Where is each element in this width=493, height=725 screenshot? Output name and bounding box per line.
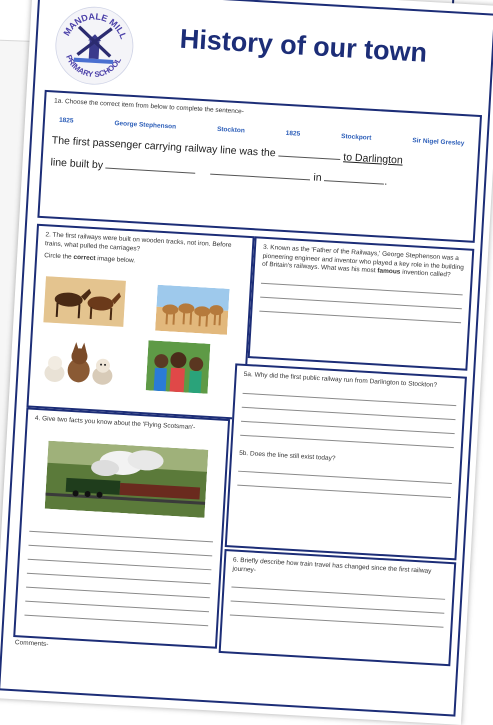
camels-image[interactable] xyxy=(155,284,230,335)
answer-lines[interactable] xyxy=(229,586,446,628)
sentence-text: in xyxy=(313,171,322,184)
question-4-box: 4. Give two facts you know about the 'Fl… xyxy=(13,407,231,649)
horses-image[interactable] xyxy=(43,276,126,327)
question-6-box: 6. Briefly describe how train travel has… xyxy=(218,549,457,667)
children-image[interactable] xyxy=(145,340,211,394)
word-option[interactable]: Stockton xyxy=(217,125,245,134)
question-5b-text: 5b. Does the line still exist today? xyxy=(238,449,336,462)
question-3-text: 3. Known as the 'Father of the Railways,… xyxy=(261,243,465,279)
answer-blank[interactable] xyxy=(105,157,197,174)
question-2-box: 2. The first railways were built on wood… xyxy=(26,223,255,420)
school-logo: MANDALE MILL PRIMARY SCHOOL xyxy=(49,2,140,89)
question-1a-box: 1a. Choose the correct item from below t… xyxy=(37,89,483,243)
word-option[interactable]: Sir Nigel Gresley xyxy=(412,137,464,147)
question-6-text: 6. Briefly describe how train travel has… xyxy=(232,556,432,575)
word-option[interactable]: George Stephenson xyxy=(114,119,176,130)
worksheet: MANDALE MILL PRIMARY SCHOOL History of o… xyxy=(0,0,493,725)
answer-lines[interactable] xyxy=(24,518,214,627)
word-option[interactable]: 1825 xyxy=(59,116,74,124)
sentence-text: line built by xyxy=(50,155,104,171)
answer-lines[interactable] xyxy=(259,282,463,323)
sentence-text: to Darlington xyxy=(343,150,404,167)
answer-blank[interactable] xyxy=(278,144,341,160)
question-5a-text: 5a. Why did the first public railway run… xyxy=(243,370,438,389)
question-3-box: 3. Known as the 'Father of the Railways,… xyxy=(247,236,475,371)
dogs-image[interactable] xyxy=(37,338,121,393)
sentence-text: . xyxy=(384,175,388,188)
question-5-box: 5a. Why did the first public railway run… xyxy=(224,363,467,561)
word-option[interactable]: 1825 xyxy=(286,129,301,137)
answer-lines[interactable] xyxy=(237,470,452,498)
sentence-text: The first passenger carrying railway lin… xyxy=(51,133,276,159)
word-option[interactable]: Stockport xyxy=(341,133,372,142)
answer-lines[interactable] xyxy=(240,392,457,448)
answer-blank[interactable] xyxy=(210,163,312,180)
question-4-text: 4. Give two facts you know about the 'Fl… xyxy=(34,414,196,432)
flying-scotsman-image xyxy=(44,440,209,518)
answer-blank[interactable] xyxy=(324,169,385,185)
